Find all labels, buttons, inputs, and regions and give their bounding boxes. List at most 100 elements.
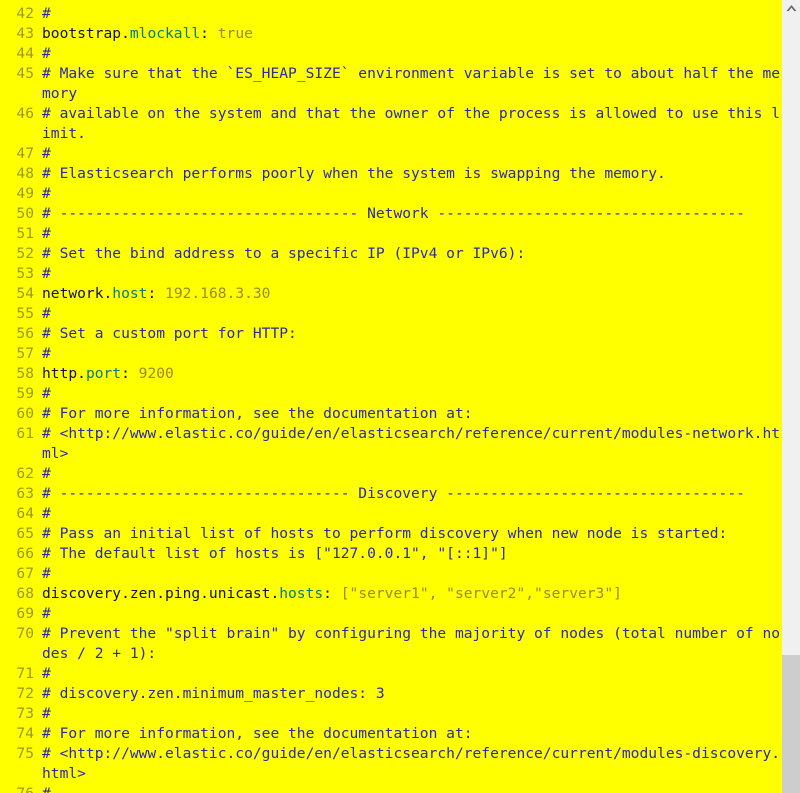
line-number: 45 <box>16 65 34 82</box>
code-token: # The default list of hosts is ["127.0.0… <box>42 545 508 562</box>
line-number: 49 <box>16 185 34 202</box>
code-line[interactable]: 71 # <box>0 664 782 684</box>
code-token: mlockall <box>129 25 201 42</box>
code-line[interactable]: 70 # Prevent the "split brain" by configu… <box>0 624 782 664</box>
line-number: 72 <box>16 685 34 702</box>
code-token: # --------------------------------- Disc… <box>42 485 745 502</box>
line-number: 51 <box>16 225 34 242</box>
code-line[interactable]: 51 # <box>0 224 782 244</box>
code-line-content: # <box>40 664 782 684</box>
code-line[interactable]: 48 # Elasticsearch performs poorly when t… <box>0 164 782 184</box>
code-line[interactable]: 55 # <box>0 304 782 324</box>
code-line[interactable]: 75 # <http://www.elastic.co/guide/en/elas… <box>0 744 782 784</box>
code-token: 192.168.3.30 <box>165 285 271 302</box>
code-token: discovery.zen.ping.unicast. <box>42 585 280 602</box>
code-line[interactable]: 49 # <box>0 184 782 204</box>
code-line[interactable]: 76# <box>0 784 782 793</box>
line-number: 42 <box>16 5 34 22</box>
scrollbar-thumb[interactable] <box>782 655 800 793</box>
code-line-content: # For more information, see the document… <box>40 724 782 744</box>
code-line-content: # Pass an initial list of hosts to perfo… <box>40 524 782 544</box>
line-number: 56 <box>16 325 34 342</box>
code-line-content: # <box>40 704 782 724</box>
code-line[interactable]: 57 # <box>0 344 782 364</box>
code-line[interactable]: 46 # available on the system and that the… <box>0 104 782 144</box>
line-number: 67 <box>16 565 34 582</box>
code-line[interactable]: 54 network.host: 192.168.3.30 <box>0 284 782 304</box>
code-token: # <box>42 185 51 202</box>
code-line[interactable]: 53 # <box>0 264 782 284</box>
code-line[interactable]: 59 # <box>0 384 782 404</box>
code-line-content: # <box>40 564 782 584</box>
code-line[interactable]: 52 # Set the bind address to a specific I… <box>0 244 782 264</box>
code-token: # <box>42 785 51 793</box>
code-line[interactable]: 44 # <box>0 44 782 64</box>
code-line[interactable]: 73 # <box>0 704 782 724</box>
code-line-content: # <box>40 464 782 484</box>
code-token: # <box>42 265 51 282</box>
code-token: # <box>42 345 51 362</box>
vertical-scrollbar[interactable] <box>782 0 800 793</box>
code-token: true <box>217 25 253 42</box>
code-token: : <box>121 365 139 382</box>
code-line-content: # <box>40 4 782 24</box>
scroll-up-button[interactable] <box>782 0 800 16</box>
line-number: 55 <box>16 305 34 322</box>
code-line[interactable]: 62 # <box>0 464 782 484</box>
code-line[interactable]: 47 # <box>0 144 782 164</box>
code-line[interactable]: 42 # <box>0 4 782 24</box>
code-line-content: # <box>40 144 782 164</box>
code-token: # <http://www.elastic.co/guide/en/elasti… <box>42 425 781 462</box>
code-line[interactable]: 66 # The default list of hosts is ["127.0… <box>0 544 782 564</box>
line-number: 43 <box>16 25 34 42</box>
line-number: 70 <box>16 625 34 642</box>
code-line[interactable]: 67 # <box>0 564 782 584</box>
code-line-content: # ---------------------------------- Net… <box>40 204 782 224</box>
line-number: 75 <box>16 745 34 762</box>
code-token: # <box>42 305 51 322</box>
code-line-content: # <box>40 44 782 64</box>
code-line[interactable]: 60 # For more information, see the docume… <box>0 404 782 424</box>
code-line[interactable]: 43 bootstrap.mlockall: true <box>0 24 782 44</box>
line-number: 69 <box>16 605 34 622</box>
code-token: # <box>42 45 51 62</box>
code-line-content: # --------------------------------- Disc… <box>40 484 782 504</box>
code-line-content: # Prevent the "split brain" by configuri… <box>40 624 782 664</box>
code-line[interactable]: 69 # <box>0 604 782 624</box>
scrollbar-track[interactable] <box>782 16 800 793</box>
code-line[interactable]: 68 discovery.zen.ping.unicast.hosts: ["se… <box>0 584 782 604</box>
code-line[interactable]: 74 # For more information, see the docume… <box>0 724 782 744</box>
code-line[interactable]: 64 # <box>0 504 782 524</box>
code-area[interactable]: 42 #43 bootstrap.mlockall: true 44 #45 # Make… <box>0 0 782 793</box>
code-line-content: bootstrap.mlockall: true <box>40 24 782 44</box>
code-line-content: # The default list of hosts is ["127.0.0… <box>40 544 782 564</box>
code-token: # available on the system and that the o… <box>42 105 781 142</box>
code-token: bootstrap. <box>42 25 130 42</box>
code-line[interactable]: 72 # discovery.zen.minimum_master_nodes: … <box>0 684 782 704</box>
code-line[interactable]: 56 # Set a custom port for HTTP: <box>0 324 782 344</box>
line-number: 61 <box>16 425 34 442</box>
code-line[interactable]: 65 # Pass an initial list of hosts to per… <box>0 524 782 544</box>
code-token: # <box>42 5 51 22</box>
line-number: 48 <box>16 165 34 182</box>
code-line[interactable]: 45 # Make sure that the `ES_HEAP_SIZE` en… <box>0 64 782 104</box>
code-line[interactable]: 58 http.port: 9200 <box>0 364 782 384</box>
code-line[interactable]: 63 # --------------------------------- Di… <box>0 484 782 504</box>
code-token: # <box>42 465 51 482</box>
code-token: # For more information, see the document… <box>42 405 473 422</box>
code-line-content: # Set a custom port for HTTP: <box>40 324 782 344</box>
text-editor[interactable]: 42 #43 bootstrap.mlockall: true 44 #45 # Make… <box>0 0 800 793</box>
line-number: 71 <box>16 665 34 682</box>
code-line-content: # <box>40 224 782 244</box>
code-token: # Set the bind address to a specific IP … <box>42 245 526 262</box>
code-token: : <box>323 585 341 602</box>
code-token: # For more information, see the document… <box>42 725 473 742</box>
line-number: 47 <box>16 145 34 162</box>
chevron-up-icon <box>786 4 797 12</box>
line-number: 50 <box>16 205 34 222</box>
code-line-content: # <box>40 344 782 364</box>
code-token: # discovery.zen.minimum_master_nodes: 3 <box>42 685 385 702</box>
code-line[interactable]: 61 # <http://www.elastic.co/guide/en/elas… <box>0 424 782 464</box>
code-token: http. <box>42 365 86 382</box>
code-line[interactable]: 50 # ---------------------------------- N… <box>0 204 782 224</box>
